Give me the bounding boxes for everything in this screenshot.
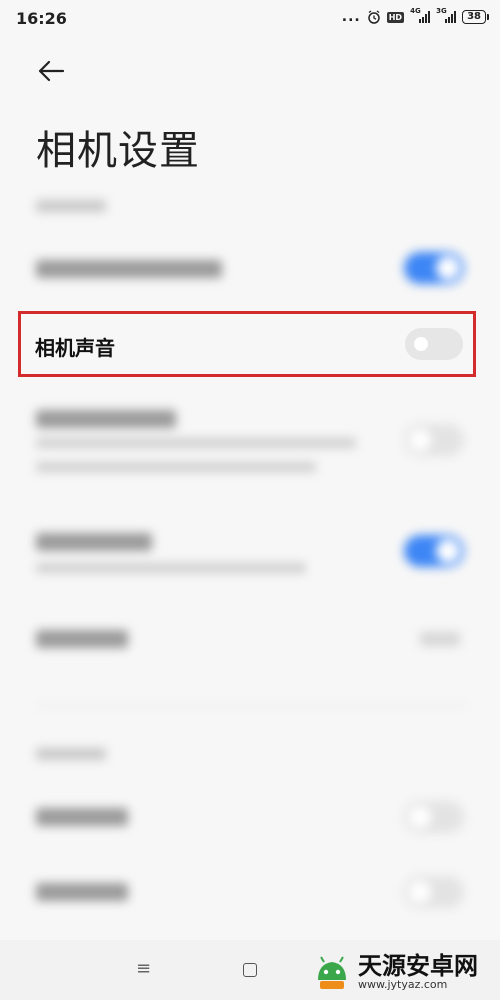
toggle-knob	[414, 337, 428, 351]
page-title: 相机设置	[36, 128, 200, 174]
setting-row-4-title-placeholder[interactable]	[36, 533, 152, 551]
setting-row-3-desc-placeholder-2	[36, 462, 316, 472]
menu-icon[interactable]: ≡	[136, 958, 151, 979]
sim2-network-label: 3G	[436, 7, 447, 15]
setting-row-1-placeholder[interactable]	[36, 260, 222, 278]
back-arrow-icon	[38, 60, 65, 82]
signal-icon-2: 3G	[436, 7, 457, 23]
alarm-icon	[367, 10, 380, 24]
setting-row-7-title-placeholder[interactable]	[36, 883, 128, 901]
setting-row-3-desc-placeholder	[36, 438, 356, 448]
section-2-header-placeholder	[36, 748, 106, 760]
section-header-placeholder	[36, 200, 106, 212]
watermark: 天源安卓网 www.jytyaz.com	[312, 952, 478, 992]
setting-row-4-switch[interactable]	[404, 535, 464, 567]
setting-row-7-switch[interactable]	[404, 876, 464, 908]
home-button-icon[interactable]	[243, 963, 257, 977]
more-notifications-icon: ...	[341, 9, 361, 25]
setting-row-3-title-placeholder[interactable]	[36, 410, 176, 428]
battery-icon: 38	[462, 10, 489, 24]
setting-row-1-switch[interactable]	[404, 252, 464, 284]
status-bar: 16:26 ... HD 4G 3G 38	[0, 0, 500, 36]
status-icons: ... HD 4G 3G 38	[341, 7, 489, 25]
camera-sound-toggle[interactable]	[405, 328, 463, 360]
setting-row-6-switch[interactable]	[404, 801, 464, 833]
sim1-network-label: 4G	[410, 7, 421, 15]
hd-icon: HD	[386, 11, 405, 23]
camera-sound-label: 相机声音	[35, 336, 115, 360]
setting-row-3-switch[interactable]	[404, 424, 464, 456]
watermark-text: 天源安卓网 www.jytyaz.com	[358, 954, 478, 991]
signal-icon-1: 4G	[410, 7, 431, 23]
camera-sound-setting-row[interactable]: 相机声音	[18, 311, 476, 377]
back-button[interactable]	[36, 56, 76, 90]
section-divider	[36, 705, 466, 706]
status-time: 16:26	[16, 9, 67, 28]
setting-row-4-desc-placeholder	[36, 563, 306, 573]
setting-row-5-title-placeholder[interactable]	[36, 630, 128, 648]
watermark-logo-icon	[318, 956, 346, 989]
setting-row-5-value-placeholder	[420, 632, 460, 646]
setting-row-6-title-placeholder[interactable]	[36, 808, 128, 826]
watermark-title: 天源安卓网	[358, 951, 478, 980]
